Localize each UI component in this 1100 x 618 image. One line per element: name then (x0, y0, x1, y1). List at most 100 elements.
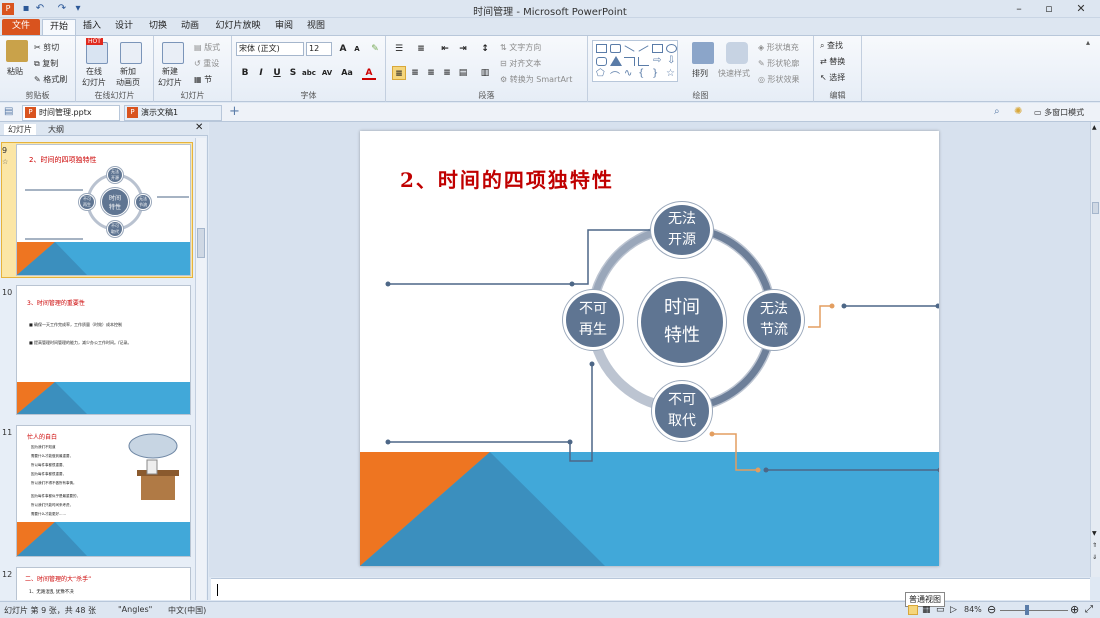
shape-outline-button[interactable]: ✎ 形状轮廓 (758, 58, 799, 69)
slide-sorter-icon[interactable]: ▦ (922, 605, 931, 615)
shape-text-icon[interactable] (610, 44, 621, 53)
new-slide-icon[interactable] (162, 42, 184, 64)
font-color-icon[interactable]: A (362, 66, 376, 80)
tab-slides[interactable]: 幻灯片 (4, 124, 36, 135)
tab-file[interactable]: 文件 (2, 19, 40, 35)
format-painter-button[interactable]: ✎ 格式刷 (34, 74, 67, 85)
new-slide-button[interactable]: 新建 幻灯片 (158, 66, 182, 88)
italic-icon[interactable]: I (254, 66, 268, 80)
multi-window-button[interactable]: ▭ 多窗口模式 (1034, 107, 1084, 118)
shape-line-icon[interactable] (624, 45, 635, 52)
editor-vertical-scrollbar[interactable]: ▲ ▼ ⇑ ⇓ (1090, 122, 1100, 577)
strikethrough-icon[interactable]: abc (302, 66, 316, 80)
scroll-down-icon[interactable]: ▼ (1092, 530, 1097, 537)
tab-view[interactable]: 视图 (302, 19, 330, 35)
zoom-slider-thumb[interactable] (1025, 605, 1029, 615)
shape-elbow2-icon[interactable] (638, 57, 649, 66)
increase-indent-icon[interactable]: ⇥ (456, 42, 470, 56)
tab-design[interactable]: 设计 (110, 19, 138, 35)
notes-pane[interactable] (211, 578, 1090, 600)
minimize-icon[interactable]: – (1006, 2, 1032, 16)
close-panel-icon[interactable]: ✕ (195, 122, 203, 133)
shape-arrow-down-icon[interactable]: ⇩ (667, 55, 675, 66)
language[interactable]: 中文(中国) (168, 605, 206, 616)
fit-window-icon[interactable]: ⤢ (1085, 604, 1093, 615)
circle-bottom[interactable]: 不可 取代 (652, 381, 712, 441)
section-button[interactable]: ▦ 节 (194, 74, 212, 85)
thumbnail-slide-11[interactable]: 忙人的自白 因为我们不知道 需要什么才能做到最重要， 所以每件事都很重要、 因为… (16, 425, 191, 557)
shape-fill-button[interactable]: ◈ 形状填充 (758, 42, 799, 53)
tab-outline[interactable]: 大纲 (48, 124, 64, 135)
tab-transitions[interactable]: 切换 (144, 19, 172, 35)
clear-format-icon[interactable]: ✎ (368, 42, 382, 56)
center-circle[interactable]: 时间 特性 (638, 278, 726, 366)
shape-effects-button[interactable]: ◎ 形状效果 (758, 74, 800, 85)
slideshow-icon[interactable]: ▷ (950, 605, 957, 615)
zoom-out-icon[interactable]: ⊖ (987, 603, 996, 616)
circle-right[interactable]: 无法 节流 (744, 290, 804, 350)
tab-slideshow[interactable]: 幻灯片放映 (210, 19, 266, 35)
columns-icon[interactable]: ▥ (478, 66, 492, 80)
panel-scrollbar[interactable] (195, 138, 206, 600)
arrange-icon[interactable] (692, 42, 714, 64)
shape-pentagon-icon[interactable]: ⬠ (596, 68, 605, 79)
numbering-icon[interactable]: ≡ (414, 42, 428, 56)
font-name-select[interactable]: 宋体 (正文) (236, 42, 304, 56)
underline-icon[interactable]: U (270, 66, 284, 80)
tab-insert[interactable]: 插入 (78, 19, 106, 35)
reset-button[interactable]: ↺ 重设 (194, 58, 219, 69)
find-button[interactable]: ⌕ 查找 (820, 40, 843, 51)
doc-tab[interactable]: P 演示文稿1 (124, 105, 222, 121)
align-right-icon[interactable]: ≡ (424, 66, 438, 80)
shape-brace-right-icon[interactable]: } (652, 68, 658, 79)
next-slide-icon[interactable]: ⇓ (1092, 554, 1097, 561)
scroll-up-icon[interactable]: ▲ (1092, 124, 1097, 131)
shape-square-icon[interactable] (652, 44, 663, 53)
new-animation-page-button[interactable]: 新加 动画页 (116, 66, 140, 88)
shape-brace-left-icon[interactable]: { (638, 68, 644, 79)
paste-button[interactable]: 粘贴 (7, 66, 23, 77)
circle-left[interactable]: 不可 再生 (563, 290, 623, 350)
thumbnail-slide-12[interactable]: 二、时间管理的大“杀手” 1、无路混乱 犹豫不决 (16, 567, 191, 600)
line-spacing-icon[interactable]: ↕ (478, 42, 492, 56)
align-center-icon[interactable]: ≡ (408, 66, 422, 80)
cut-button[interactable]: ✂ 剪切 (34, 42, 59, 53)
thumbnail-slide-10[interactable]: 3、时间管理的重要性 ■ 确保一天工作完成率，工作质量（时效）成本控制 ■ 提高… (16, 285, 191, 415)
bold-icon[interactable]: B (238, 66, 252, 80)
align-left-icon[interactable]: ≡ (392, 66, 406, 80)
maximize-icon[interactable]: ▫ (1036, 2, 1062, 16)
online-slide-icon[interactable] (86, 42, 108, 64)
thumbnail-slide-9[interactable]: 2、时间的四项独特性 时间 特性 无法 开源 不可 再生 无法 节流 不可 取代 (16, 144, 191, 276)
zoom-level[interactable]: 84% (964, 605, 982, 614)
layout-button[interactable]: ▤ 版式 (194, 42, 220, 53)
doc-tab-active[interactable]: P 时间管理.pptx (22, 105, 120, 121)
shape-rounded-icon[interactable] (596, 57, 607, 66)
shape-arrow-icon[interactable] (638, 45, 649, 52)
shape-arrow-right-icon[interactable]: ⇨ (653, 55, 661, 66)
shadow-icon[interactable]: S (286, 66, 300, 80)
online-slide-button[interactable]: 在线 幻灯片 (82, 66, 106, 88)
char-spacing-icon[interactable]: AV (320, 66, 334, 80)
distributed-icon[interactable]: ▤ (456, 66, 470, 80)
quick-styles-icon[interactable] (726, 42, 748, 64)
align-text-button[interactable]: ⊟ 对齐文本 (500, 58, 541, 69)
close-icon[interactable]: ✕ (1068, 2, 1094, 16)
convert-smartart-button[interactable]: ⚙ 转换为 SmartArt (500, 74, 572, 85)
change-case-icon[interactable]: Aa (340, 66, 354, 80)
tab-animations[interactable]: 动画 (176, 19, 204, 35)
shape-rect-icon[interactable] (596, 44, 607, 53)
zoom-slider[interactable] (1000, 610, 1068, 611)
bullets-icon[interactable]: ☰ (392, 42, 406, 56)
decrease-indent-icon[interactable]: ⇤ (438, 42, 452, 56)
slide-title[interactable]: 2、时间的四项独特性 (400, 164, 614, 193)
shrink-font-icon[interactable]: A (350, 42, 364, 56)
tab-review[interactable]: 审阅 (270, 19, 298, 35)
new-tab-icon[interactable]: + (229, 104, 240, 119)
text-direction-button[interactable]: ⇅ 文字方向 (500, 42, 541, 53)
panel-scroll-thumb[interactable] (197, 228, 205, 258)
shape-star-icon[interactable]: ☆ (666, 68, 675, 79)
collapse-ribbon-icon[interactable]: ▴ (1086, 38, 1090, 47)
replace-button[interactable]: ⇄ 替换 (820, 56, 845, 67)
paste-icon[interactable] (6, 40, 28, 62)
slide-canvas[interactable]: 2、时间的四项独特性 时间 特性 无法 开源 不可 再生 无法 节流 不可 取代 (360, 131, 939, 566)
